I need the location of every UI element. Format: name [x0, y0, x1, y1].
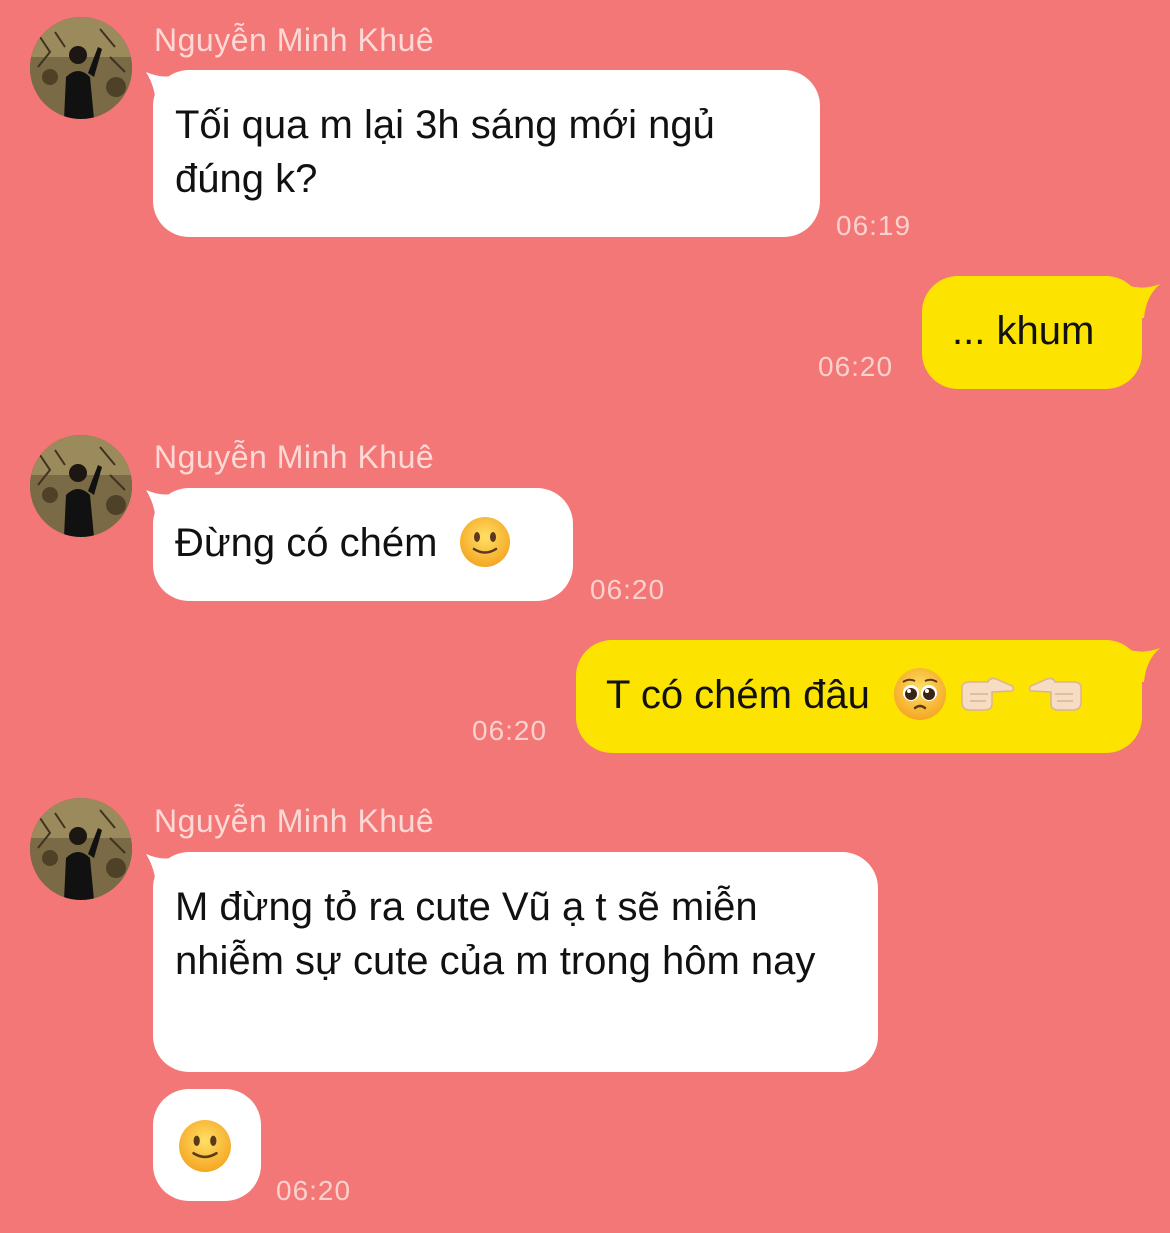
- message-text: ... khum: [952, 309, 1095, 353]
- avatar-photo: [30, 435, 132, 537]
- message-text: T có chém đâu: [606, 673, 870, 717]
- avatar-photo: [30, 17, 132, 119]
- avatar-photo: [30, 798, 132, 900]
- message-timestamp: 06:20: [472, 715, 548, 746]
- slightly-smiling-face-icon: [179, 1120, 231, 1172]
- sender-avatar[interactable]: [30, 17, 132, 119]
- sender-avatar[interactable]: [30, 435, 132, 537]
- message-timestamp: 06:20: [276, 1175, 352, 1206]
- message-bubble-outgoing[interactable]: ... khum: [922, 276, 1142, 389]
- message-text: Đừng có chém: [175, 521, 438, 565]
- sender-name: Nguyễn Minh Khuê: [154, 22, 435, 58]
- pleading-face-icon: [893, 668, 946, 721]
- message-bubble-incoming[interactable]: Tối qua m lại 3h sáng mới ngủ đúng k?: [153, 70, 820, 237]
- pointing-right-hand-icon: [961, 678, 1015, 712]
- message-timestamp: 06:20: [818, 351, 894, 382]
- chat-window[interactable]: Nguyễn Minh Khuê Tối qua m lại 3h sáng m…: [0, 0, 1170, 1233]
- message-timestamp: 06:19: [836, 210, 912, 241]
- message-timestamp: 06:20: [590, 574, 666, 605]
- message-text: Tối qua m lại 3h sáng mới ngủ đúng k?: [175, 103, 715, 201]
- message-bubble-outgoing[interactable]: T có chém đâu: [576, 640, 1142, 753]
- bubble-tail: [1120, 284, 1160, 318]
- pointing-left-hand-icon: [1028, 678, 1082, 712]
- sender-name: Nguyễn Minh Khuê: [154, 803, 435, 839]
- message-bubble-incoming[interactable]: M đừng tỏ ra cute Vũ ạ t sẽ miễn nhiễm s…: [153, 852, 878, 1072]
- slightly-smiling-face-icon: [459, 517, 510, 568]
- message-bubble-incoming[interactable]: [153, 1089, 261, 1201]
- sender-name: Nguyễn Minh Khuê: [154, 439, 435, 475]
- sender-avatar[interactable]: [30, 798, 132, 900]
- message-text: M đừng tỏ ra cute Vũ ạ t sẽ miễn nhiễm s…: [175, 885, 816, 983]
- bubble-tail: [1120, 648, 1160, 682]
- message-bubble-incoming[interactable]: Đừng có chém: [153, 488, 573, 601]
